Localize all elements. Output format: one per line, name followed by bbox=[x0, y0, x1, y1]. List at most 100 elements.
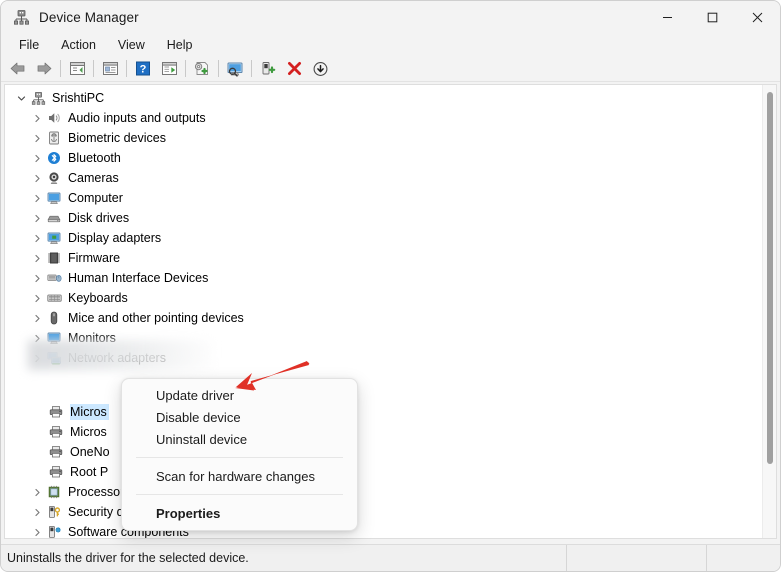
printer-icon bbox=[47, 464, 65, 480]
ctx-uninstall-device[interactable]: Uninstall device bbox=[122, 428, 357, 450]
minimize-button[interactable] bbox=[645, 1, 690, 34]
chevron-down-icon[interactable] bbox=[13, 94, 29, 103]
enable-device-icon[interactable] bbox=[255, 57, 281, 80]
chevron-right-icon[interactable] bbox=[29, 274, 45, 283]
chevron-right-icon[interactable] bbox=[29, 194, 45, 203]
chevron-right-icon[interactable] bbox=[29, 214, 45, 223]
monitor-icon bbox=[45, 190, 63, 206]
context-menu-separator bbox=[136, 457, 343, 458]
ctx-properties[interactable]: Properties bbox=[122, 502, 357, 524]
toolbar: ? bbox=[1, 56, 780, 82]
printer-icon bbox=[47, 444, 65, 460]
chevron-right-icon[interactable] bbox=[29, 488, 45, 497]
svg-text:?: ? bbox=[140, 64, 147, 76]
help-icon[interactable]: ? bbox=[130, 57, 156, 80]
menu-help[interactable]: Help bbox=[157, 36, 203, 54]
hid-icon bbox=[45, 270, 63, 286]
status-message: Uninstalls the driver for the selected d… bbox=[7, 551, 249, 565]
back-icon[interactable] bbox=[5, 57, 31, 80]
display-adapter-icon bbox=[45, 230, 63, 246]
disable-device-icon[interactable] bbox=[307, 57, 333, 80]
vertical-scrollbar[interactable] bbox=[762, 85, 776, 538]
tree-item-computer[interactable]: Computer bbox=[5, 188, 776, 208]
tree-item-label: Biometric devices bbox=[68, 131, 166, 145]
disk-drive-icon bbox=[45, 210, 63, 226]
chevron-right-icon[interactable] bbox=[29, 254, 45, 263]
scan-for-hardware-changes-icon[interactable] bbox=[189, 57, 215, 80]
camera-icon bbox=[45, 170, 63, 186]
tree-item-label: Cameras bbox=[68, 171, 119, 185]
device-manager-icon bbox=[12, 9, 30, 27]
toolbar-separator bbox=[93, 60, 94, 77]
toolbar-separator bbox=[251, 60, 252, 77]
processor-icon bbox=[45, 484, 63, 500]
device-tree-panel[interactable]: SrishtiPC Audio inputs and outputs Biome… bbox=[4, 84, 777, 539]
tree-item-label: Root P bbox=[70, 465, 109, 479]
ctx-update-driver[interactable]: Update driver bbox=[122, 384, 357, 406]
chevron-right-icon[interactable] bbox=[29, 294, 45, 303]
tree-item-label: Disk drives bbox=[68, 211, 130, 225]
show-hide-console-tree-icon[interactable] bbox=[64, 57, 90, 80]
chevron-right-icon[interactable] bbox=[29, 314, 45, 323]
close-button[interactable] bbox=[735, 1, 780, 34]
tree-item-cameras[interactable]: Cameras bbox=[5, 168, 776, 188]
menu-file[interactable]: File bbox=[9, 36, 49, 54]
context-menu-separator bbox=[136, 494, 343, 495]
menu-view[interactable]: View bbox=[108, 36, 155, 54]
chevron-right-icon[interactable] bbox=[29, 114, 45, 123]
tree-item-label: Human Interface Devices bbox=[68, 271, 209, 285]
tree-item-label: OneNo bbox=[70, 445, 110, 459]
redacted-region bbox=[28, 340, 213, 370]
tree-item-label: Display adapters bbox=[68, 231, 162, 245]
tree-item-biometric-devices[interactable]: Biometric devices bbox=[5, 128, 776, 148]
software-component-icon bbox=[45, 524, 63, 538]
chevron-right-icon[interactable] bbox=[29, 528, 45, 537]
uninstall-device-icon[interactable] bbox=[281, 57, 307, 80]
properties-icon[interactable] bbox=[97, 57, 123, 80]
tree-item-display-adapters[interactable]: Display adapters bbox=[5, 228, 776, 248]
window-controls bbox=[645, 1, 780, 34]
toolbar-separator bbox=[218, 60, 219, 77]
tree-item-label: Keyboards bbox=[68, 291, 128, 305]
tree-item-bluetooth[interactable]: Bluetooth bbox=[5, 148, 776, 168]
chevron-right-icon[interactable] bbox=[29, 234, 45, 243]
title-bar: Device Manager bbox=[1, 1, 780, 34]
printer-icon bbox=[47, 424, 65, 440]
device-manager-window: Device Manager File Action View Help ? S… bbox=[0, 0, 781, 572]
chevron-right-icon[interactable] bbox=[29, 174, 45, 183]
fingerprint-icon bbox=[45, 130, 63, 146]
forward-icon[interactable] bbox=[31, 57, 57, 80]
printer-icon bbox=[47, 404, 65, 420]
chevron-right-icon[interactable] bbox=[29, 134, 45, 143]
computer-root-icon bbox=[29, 90, 47, 106]
tree-root-srishtipc[interactable]: SrishtiPC bbox=[5, 88, 776, 108]
maximize-button[interactable] bbox=[690, 1, 735, 34]
tree-item-audio-inputs-and-outputs[interactable]: Audio inputs and outputs bbox=[5, 108, 776, 128]
tree-item-human-interface-devices[interactable]: Human Interface Devices bbox=[5, 268, 776, 288]
scrollbar-thumb[interactable] bbox=[767, 92, 773, 464]
status-panel-2 bbox=[706, 544, 780, 571]
chevron-right-icon[interactable] bbox=[29, 508, 45, 517]
chevron-right-icon[interactable] bbox=[29, 154, 45, 163]
speaker-icon bbox=[45, 110, 63, 126]
keyboard-icon bbox=[45, 290, 63, 306]
tree-item-firmware[interactable]: Firmware bbox=[5, 248, 776, 268]
status-panel-1 bbox=[566, 544, 706, 571]
mouse-icon bbox=[45, 310, 63, 326]
tree-root-label: SrishtiPC bbox=[52, 91, 105, 105]
tree-item-mice-and-other-pointing-devices[interactable]: Mice and other pointing devices bbox=[5, 308, 776, 328]
tree-item-keyboards[interactable]: Keyboards bbox=[5, 288, 776, 308]
show-hidden-devices-icon[interactable] bbox=[222, 57, 248, 80]
tree-item-label: Micros bbox=[70, 404, 109, 420]
ctx-disable-device[interactable]: Disable device bbox=[122, 406, 357, 428]
ctx-scan-hardware-changes[interactable]: Scan for hardware changes bbox=[122, 465, 357, 487]
menu-action[interactable]: Action bbox=[51, 36, 106, 54]
toolbar-separator bbox=[60, 60, 61, 77]
toolbar-separator bbox=[126, 60, 127, 77]
tree-item-label: Firmware bbox=[68, 251, 121, 265]
menu-bar: File Action View Help bbox=[1, 34, 780, 56]
update-driver-icon[interactable] bbox=[156, 57, 182, 80]
bluetooth-icon bbox=[45, 150, 63, 166]
context-menu: Update driver Disable device Uninstall d… bbox=[121, 378, 358, 531]
tree-item-disk-drives[interactable]: Disk drives bbox=[5, 208, 776, 228]
